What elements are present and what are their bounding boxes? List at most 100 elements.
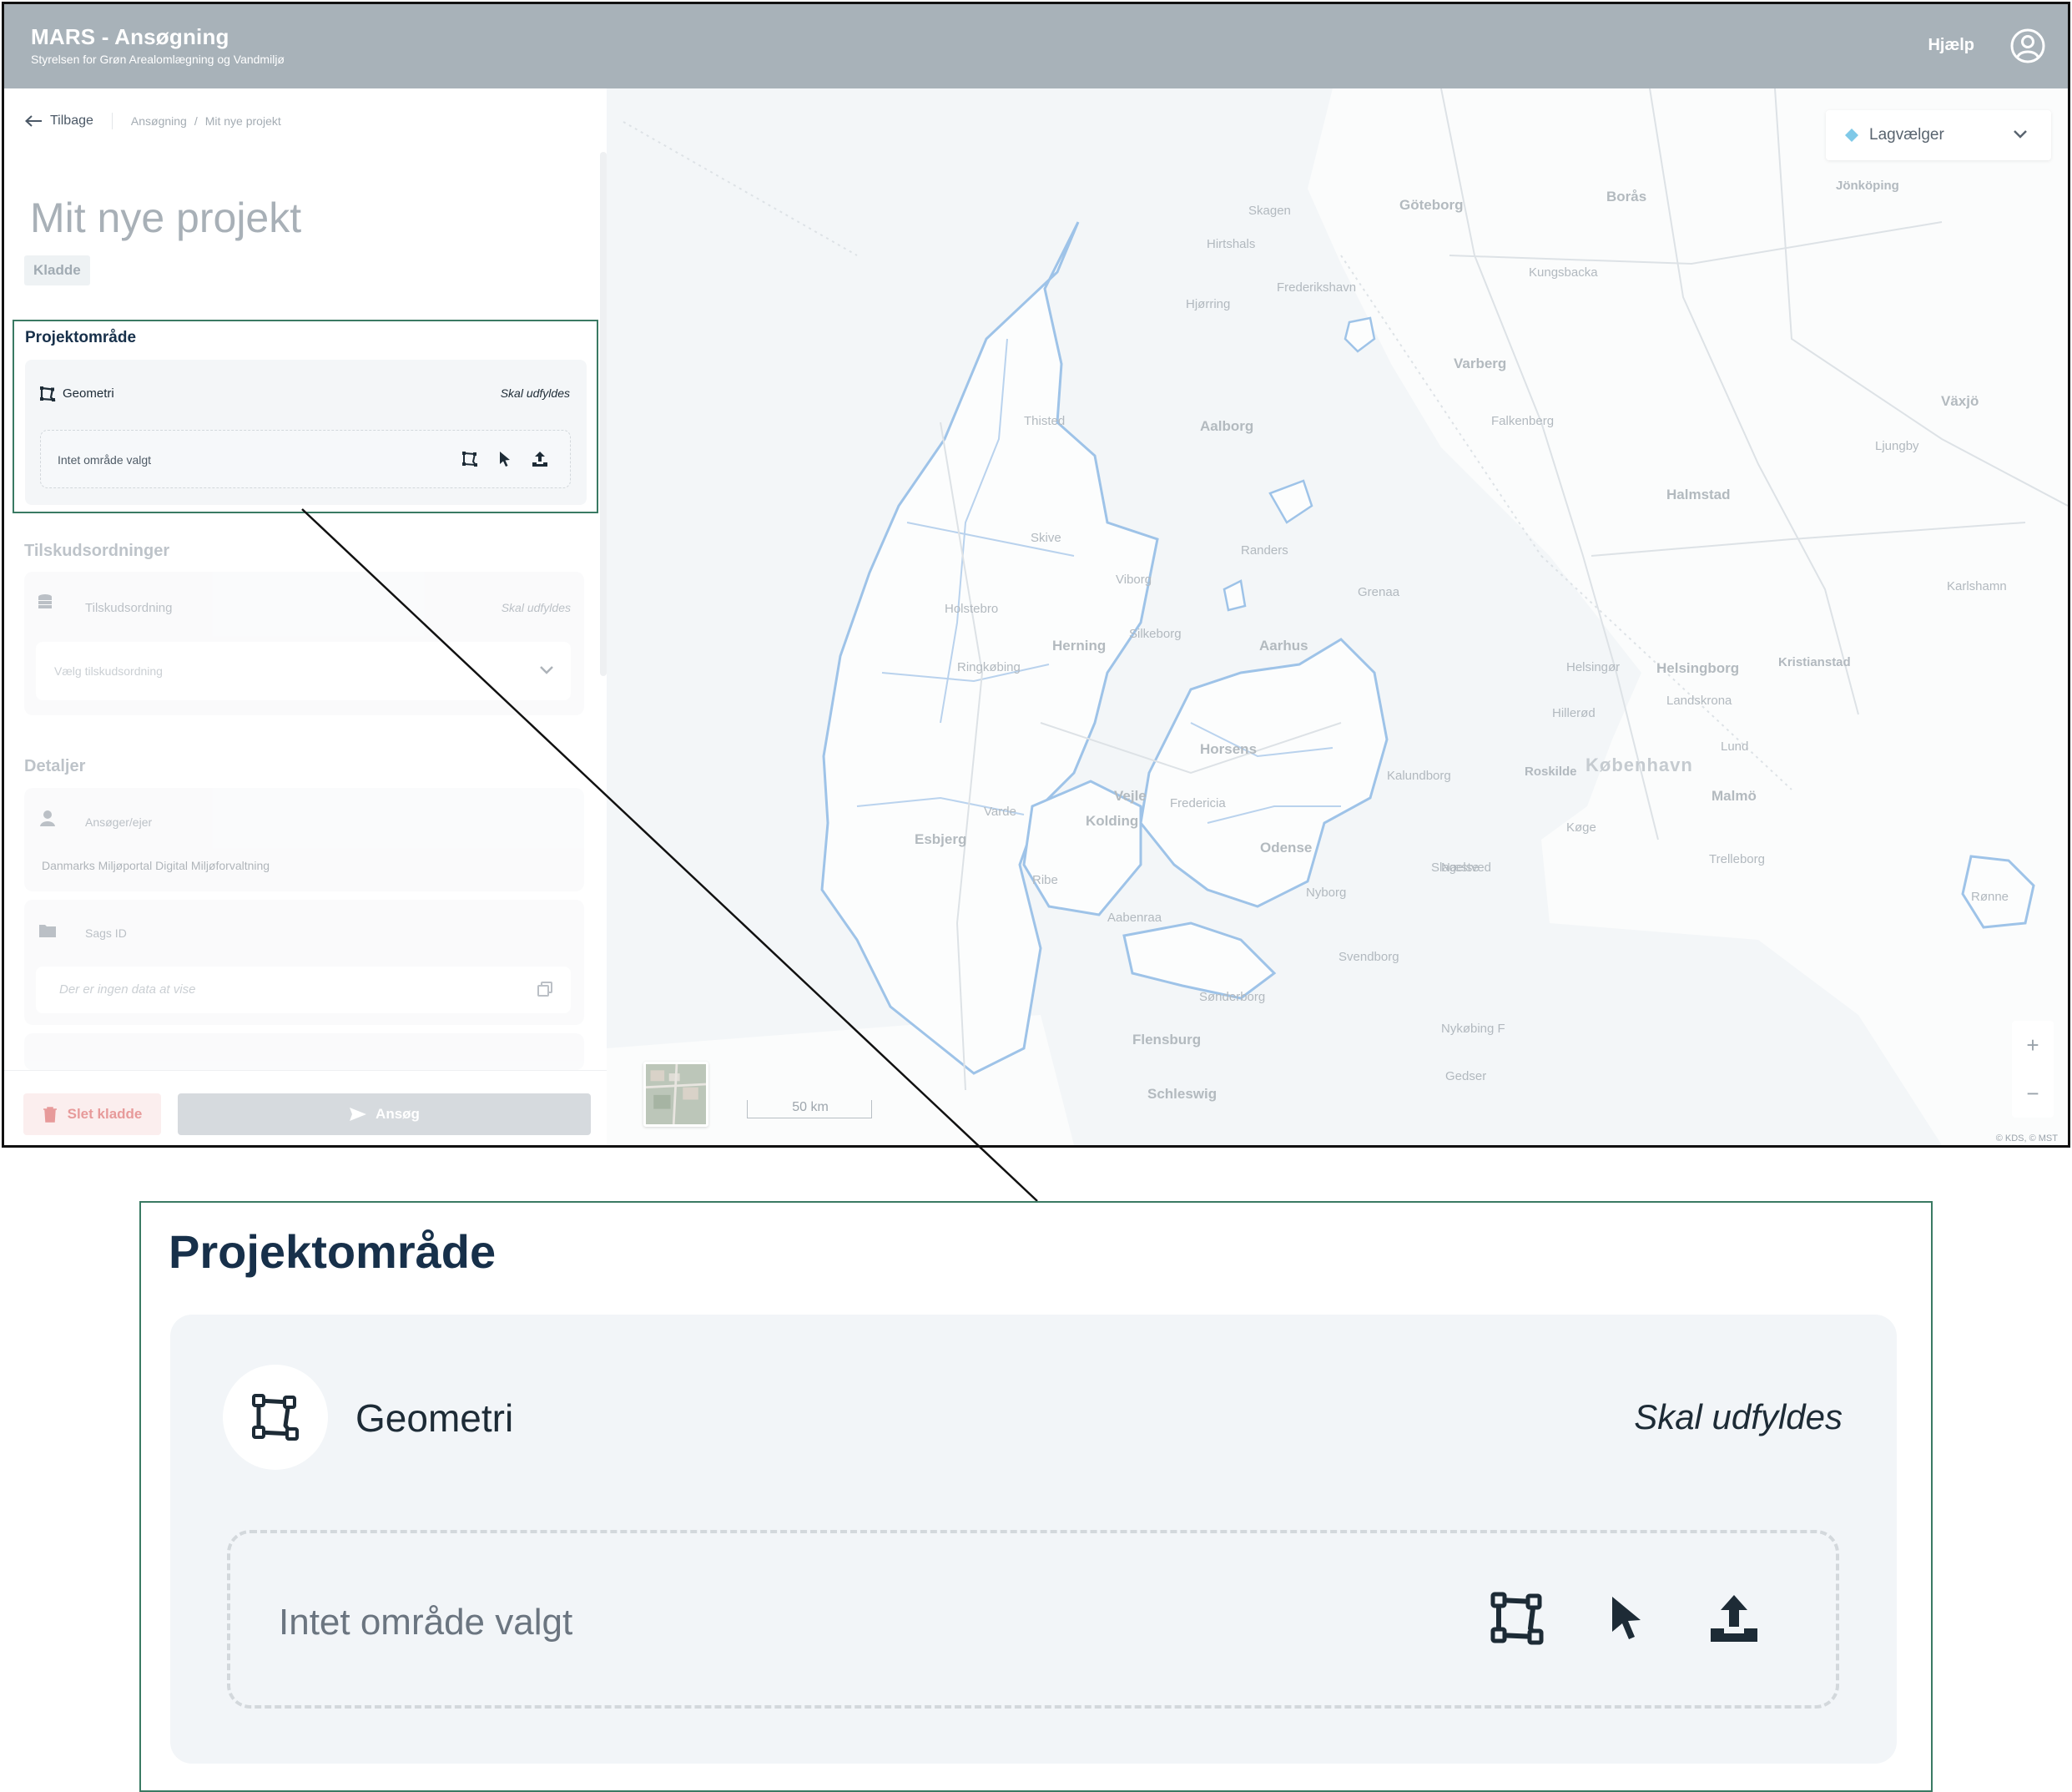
breadcrumb-item-current: Mit nye projekt <box>204 114 281 128</box>
apply-button[interactable]: Ansøg <box>178 1093 591 1135</box>
action-bar: Slet kladde Ansøg <box>4 1070 607 1145</box>
geometry-required-note: Skal udfyldes <box>500 386 570 400</box>
coins-icon <box>38 594 52 608</box>
back-link[interactable]: Tilbage <box>24 114 93 129</box>
help-link[interactable]: Hjælp <box>1928 36 1974 55</box>
chevron-down-icon <box>540 666 553 674</box>
map-label: Kalundborg <box>1387 769 1451 783</box>
map-label: Roskilde <box>1525 765 1577 779</box>
geometry-dropzone-zoomed[interactable]: Intet område valgt <box>227 1530 1839 1709</box>
map-label: Trelleborg <box>1709 852 1765 866</box>
map-label: Gedser <box>1445 1069 1487 1083</box>
map-label: Kungsbacka <box>1529 265 1598 280</box>
map-label: Silkeborg <box>1129 627 1182 641</box>
map-label: København <box>1586 755 1693 775</box>
status-badge: Kladde <box>24 255 90 285</box>
zoom-controls: + − <box>2012 1021 2054 1118</box>
delete-draft-button[interactable]: Slet kladde <box>23 1093 161 1135</box>
draw-polygon-icon <box>1490 1592 1544 1645</box>
zoom-in-button[interactable]: + <box>2012 1021 2054 1069</box>
breadcrumb-item-ansoegning[interactable]: Ansøgning <box>131 114 187 128</box>
more-details-card <box>24 1033 584 1070</box>
scale-bar: 50 km <box>747 1100 872 1118</box>
map-label: Malmö <box>1712 788 1757 804</box>
map-label: Landskrona <box>1666 694 1732 708</box>
case-id-empty: Der er ingen data at vise <box>59 982 196 997</box>
map-label: Flensburg <box>1132 1032 1202 1047</box>
geometry-dropzone[interactable]: Intet område valgt <box>40 430 571 488</box>
geometry-card: Geometri Skal udfyldes Intet område valg… <box>25 360 587 505</box>
layer-picker-label: Lagvælger <box>1869 126 1944 144</box>
copy-icon[interactable] <box>537 982 552 997</box>
breadcrumb-separator: / <box>194 114 198 128</box>
map-label: Växjö <box>1941 393 1979 409</box>
person-icon <box>40 810 55 826</box>
send-icon <box>350 1108 367 1121</box>
map-label: Hjørring <box>1186 297 1231 311</box>
map-label: Falkenberg <box>1491 414 1555 428</box>
layers-icon <box>1845 129 1858 142</box>
side-panel: Tilbage Ansøgning / Mit nye projekt Mit … <box>4 88 607 1145</box>
map-label: Ribe <box>1032 873 1058 887</box>
map-label: Kolding <box>1086 813 1139 829</box>
upload-button[interactable] <box>1706 1590 1762 1647</box>
case-id-card: Sags ID Der er ingen data at vise <box>24 900 584 1025</box>
breadcrumb-divider <box>111 113 113 129</box>
app-screenshot: MARS - Ansøgning Styrelsen for Grøn Area… <box>2 2 2070 1148</box>
scale-label: 50 km <box>792 1100 829 1114</box>
geometry-empty-text: Intet område valgt <box>58 453 152 467</box>
map-label: Halmstad <box>1666 487 1731 502</box>
map-label: Næstved <box>1441 861 1492 875</box>
map-label: Varde <box>984 805 1016 819</box>
satellite-thumbnail-icon <box>646 1064 706 1124</box>
map-label: Fredericia <box>1170 796 1226 810</box>
section-title-projektomraade: Projektområde <box>25 329 137 346</box>
geometry-empty-text-zoomed: Intet område valgt <box>279 1602 573 1643</box>
layer-picker-dropdown[interactable]: Lagvælger <box>1826 110 2051 160</box>
user-circle-icon[interactable] <box>2009 28 2046 64</box>
map-label: Aarhus <box>1259 638 1308 654</box>
geometry-label: Geometri <box>63 386 114 401</box>
apply-label: Ansøg <box>376 1106 420 1122</box>
polygon-icon <box>40 386 56 401</box>
map-label: Göteborg <box>1399 197 1464 213</box>
map-label: Køge <box>1566 820 1596 835</box>
map-label: Viborg <box>1116 573 1152 587</box>
callout-section-title: Projektområde <box>169 1225 497 1278</box>
geometry-icon-badge <box>223 1365 328 1470</box>
map-label: Borås <box>1606 189 1647 204</box>
map-label: Nyborg <box>1306 886 1347 900</box>
tilskud-card: Tilskudsordning Skal udfyldes Vælg tilsk… <box>24 572 584 715</box>
select-pointer-icon[interactable] <box>495 449 515 469</box>
tilskud-select-placeholder: Vælg tilskudsordning <box>54 664 163 678</box>
map-label: Aabenraa <box>1107 911 1162 925</box>
map-label: Frederikshavn <box>1277 280 1357 295</box>
map-label: Kristianstad <box>1778 655 1851 669</box>
case-id-label: Sags ID <box>85 926 127 940</box>
draw-polygon-button[interactable] <box>1489 1590 1545 1647</box>
draw-polygon-icon[interactable] <box>460 449 480 469</box>
map-label: Varberg <box>1454 356 1507 371</box>
map-label: Svendborg <box>1338 950 1399 964</box>
map-label: Helsingborg <box>1656 660 1740 676</box>
select-pointer-button[interactable] <box>1597 1590 1654 1647</box>
map-label: Hirtshals <box>1207 237 1256 251</box>
map-label: Grenaa <box>1358 585 1400 599</box>
map-view[interactable]: Göteborg Borås Jönköping Kungsbacka Varb… <box>607 88 2068 1145</box>
map-label: Lund <box>1721 740 1749 754</box>
applicant-label: Ansøger/ejer <box>85 815 153 829</box>
app-title: MARS - Ansøgning <box>31 24 229 49</box>
applicant-value: Danmarks Miljøportal Digital Miljøforval… <box>42 859 270 872</box>
map-label: Randers <box>1241 543 1288 558</box>
map-label: Vejle <box>1114 788 1147 804</box>
map-label: Skive <box>1031 531 1061 545</box>
tilskud-select[interactable]: Vælg tilskudsordning <box>36 642 571 700</box>
upload-icon[interactable] <box>530 449 550 469</box>
side-panel-scrollbar[interactable] <box>600 152 607 676</box>
trash-icon <box>43 1107 57 1123</box>
basemap-switcher[interactable] <box>643 1062 708 1127</box>
chevron-down-icon <box>2014 130 2027 139</box>
delete-draft-label: Slet kladde <box>67 1106 143 1122</box>
arrow-left-icon <box>25 115 42 127</box>
zoom-out-button[interactable]: − <box>2012 1069 2054 1118</box>
